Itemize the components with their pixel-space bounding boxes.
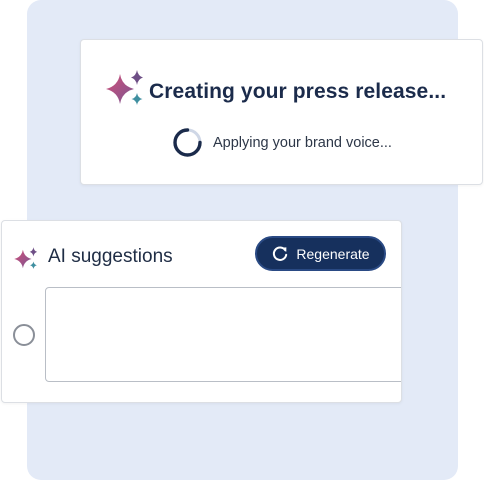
ai-suggestions-title: AI suggestions (48, 246, 173, 267)
suggestion-radio[interactable] (13, 324, 35, 346)
sparkle-icon (14, 247, 38, 269)
regenerate-label: Regenerate (296, 245, 370, 262)
status-message: Applying your brand voice... (213, 135, 392, 151)
loading-spinner-icon (173, 128, 202, 157)
generation-status-card: Creating your press release... Applying … (80, 39, 483, 185)
regenerate-button[interactable]: Regenerate (255, 236, 386, 271)
ai-suggestions-card: AI suggestions Regenerate (1, 220, 402, 403)
suggestion-text-box[interactable] (45, 287, 401, 382)
status-title: Creating your press release... (149, 80, 447, 103)
sparkle-icon (106, 70, 143, 105)
refresh-icon (273, 246, 288, 261)
